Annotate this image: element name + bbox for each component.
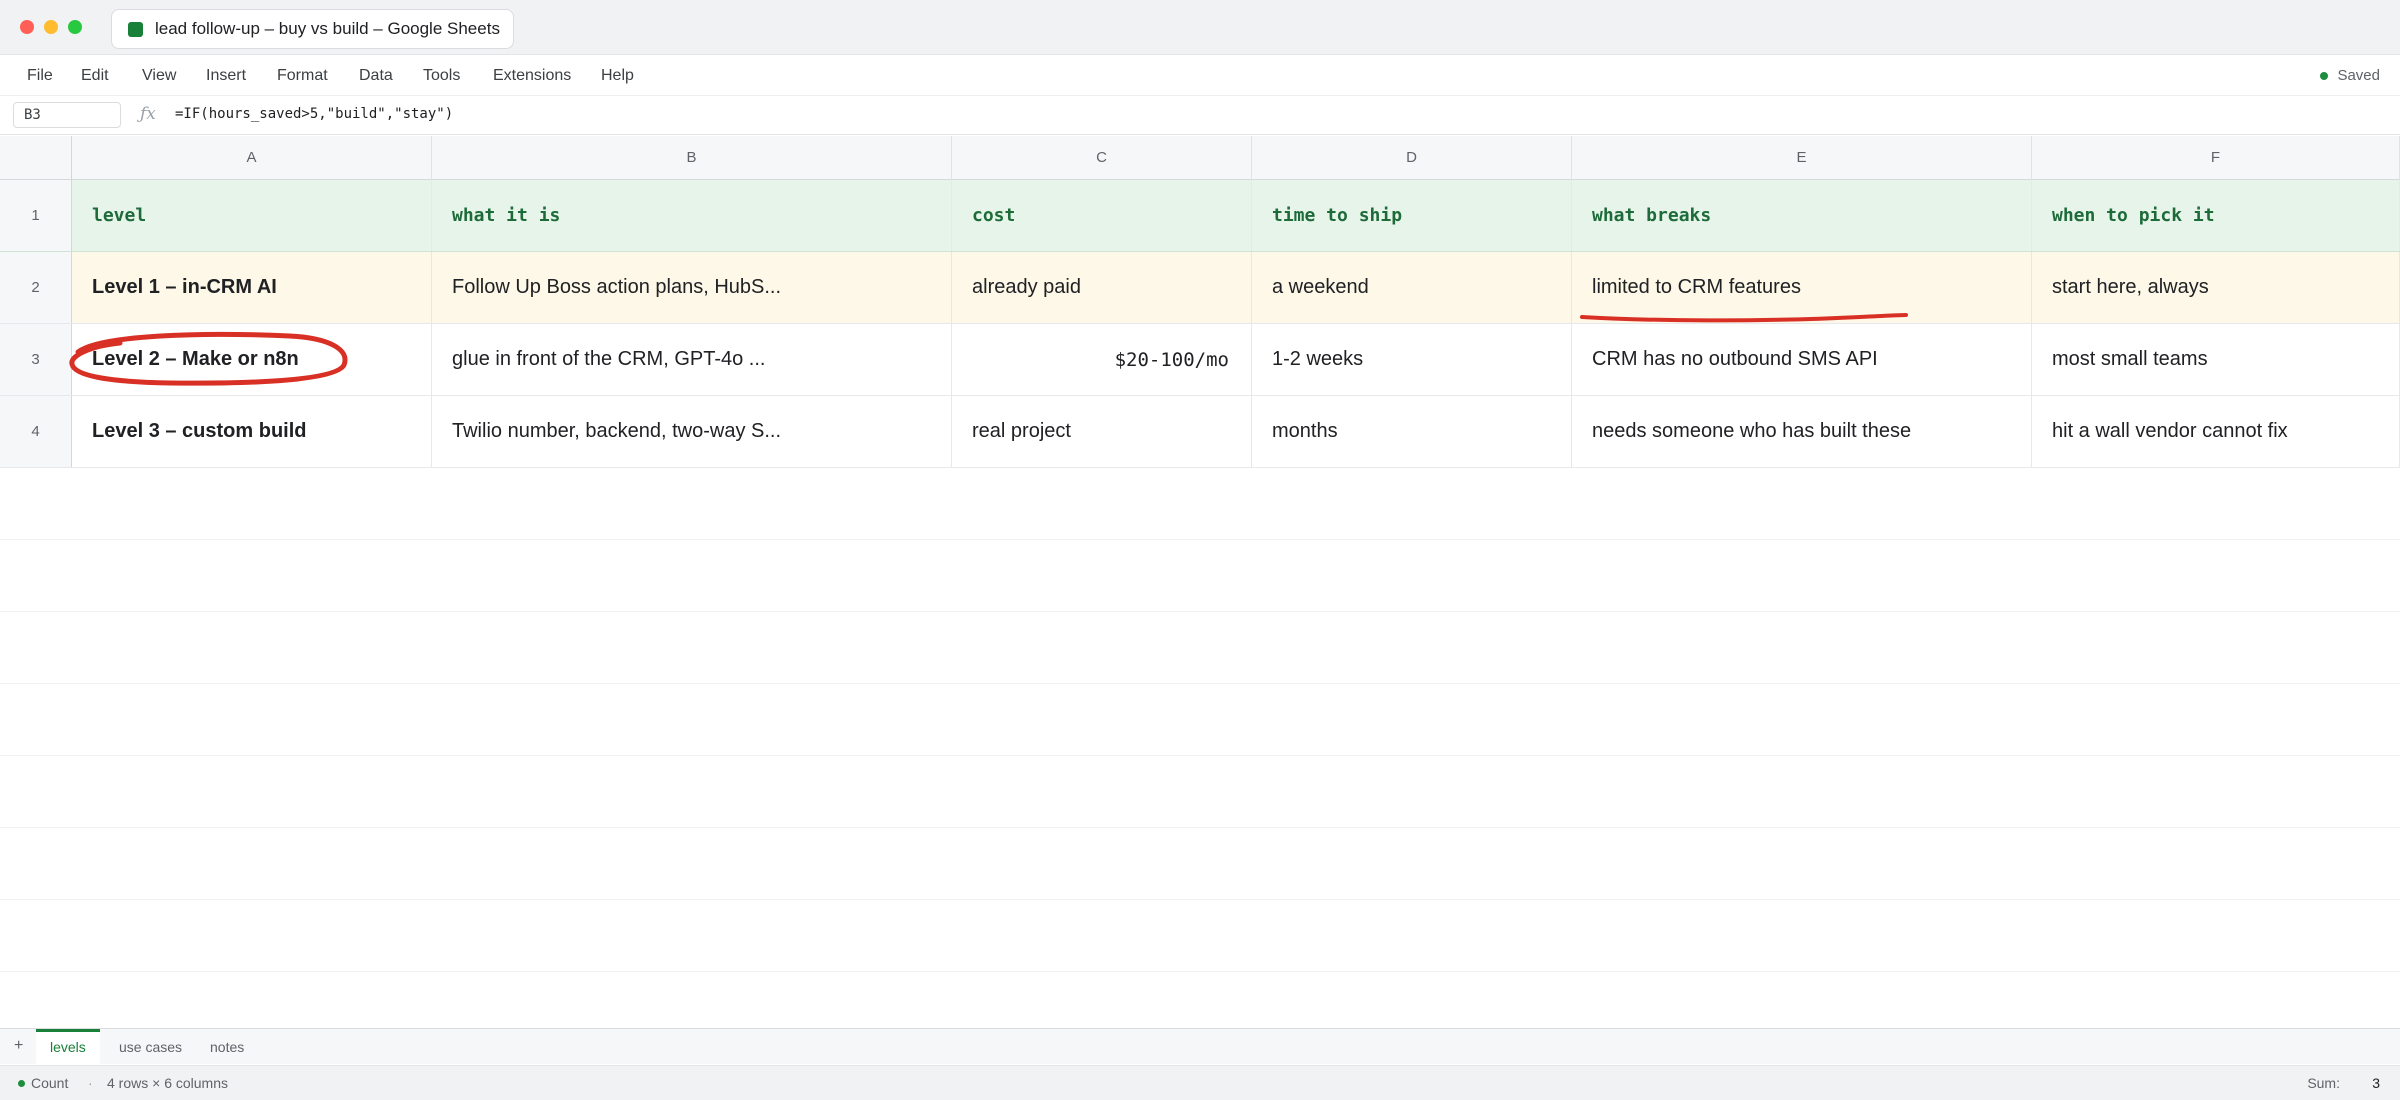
selection-dimensions: 4 rows × 6 columns	[107, 1075, 228, 1091]
cell-d1[interactable]: time to ship	[1252, 180, 1572, 251]
column-header-d[interactable]: D	[1252, 136, 1572, 180]
menu-insert[interactable]: Insert	[206, 67, 246, 85]
add-sheet-button[interactable]: +	[14, 1037, 23, 1055]
cell-a1[interactable]: level	[72, 180, 432, 251]
row-number[interactable]: 3	[0, 324, 72, 395]
menu-extensions[interactable]: Extensions	[493, 67, 571, 85]
status-dot-icon	[18, 1080, 25, 1087]
cell-c1[interactable]: cost	[952, 180, 1252, 251]
empty-row[interactable]	[0, 684, 2400, 756]
maximize-window-button[interactable]	[68, 20, 82, 34]
empty-row[interactable]	[0, 540, 2400, 612]
empty-row[interactable]	[0, 900, 2400, 972]
cell-c4[interactable]: real project	[952, 396, 1252, 467]
tab-title: lead follow-up – buy vs build – Google S…	[155, 19, 500, 38]
sheet-tab-bar: + levels use cases notes	[0, 1028, 2400, 1065]
formula-bar: B3 ƒx =IF(hours_saved>5,"build","stay")	[0, 97, 2400, 135]
cell-f1[interactable]: when to pick it	[2032, 180, 2400, 251]
cell-f3[interactable]: most small teams	[2032, 324, 2400, 395]
fx-icon: ƒx	[140, 104, 156, 124]
column-header-f[interactable]: F	[2032, 136, 2400, 180]
menu-file[interactable]: File	[27, 67, 53, 85]
title-bar: lead follow-up – buy vs build – Google S…	[0, 0, 2400, 55]
save-status-label: Saved	[2337, 67, 2380, 84]
menu-format[interactable]: Format	[277, 67, 328, 85]
cell-d3[interactable]: 1-2 weeks	[1252, 324, 1572, 395]
menu-bar: File Edit View Insert Format Data Tools …	[0, 56, 2400, 96]
table-row: 4 Level 3 – custom build Twilio number, …	[0, 396, 2400, 468]
table-row: 1 level what it is cost time to ship wha…	[0, 180, 2400, 252]
sum-label[interactable]: Sum:	[2307, 1075, 2340, 1091]
cell-d2[interactable]: a weekend	[1252, 252, 1572, 323]
sheet-tab-use-cases[interactable]: use cases	[105, 1029, 196, 1065]
table-row: 2 Level 1 – in-CRM AI Follow Up Boss act…	[0, 252, 2400, 324]
cell-b1[interactable]: what it is	[432, 180, 952, 251]
empty-row[interactable]	[0, 828, 2400, 900]
table-row: 3 Level 2 – Make or n8n glue in front of…	[0, 324, 2400, 396]
cell-a2[interactable]: Level 1 – in-CRM AI	[72, 252, 432, 323]
cell-e1[interactable]: what breaks	[1572, 180, 2032, 251]
row-number[interactable]: 4	[0, 396, 72, 467]
saved-dot-icon	[2320, 71, 2329, 80]
menu-tools[interactable]: Tools	[423, 67, 460, 85]
column-header-e[interactable]: E	[1572, 136, 2032, 180]
cell-d4[interactable]: months	[1252, 396, 1572, 467]
cell-e3[interactable]: CRM has no outbound SMS API	[1572, 324, 2032, 395]
cell-a3[interactable]: Level 2 – Make or n8n	[72, 324, 432, 395]
save-status: Saved	[2320, 67, 2380, 84]
cell-c2[interactable]: already paid	[952, 252, 1252, 323]
name-box[interactable]: B3	[13, 102, 121, 128]
cell-f2[interactable]: start here, always	[2032, 252, 2400, 323]
column-header-c[interactable]: C	[952, 136, 1252, 180]
column-headers: A B C D E F	[0, 136, 2400, 180]
cell-b2[interactable]: Follow Up Boss action plans, HubS...	[432, 252, 952, 323]
menu-help[interactable]: Help	[601, 67, 634, 85]
column-header-a[interactable]: A	[72, 136, 432, 180]
formula-input[interactable]: =IF(hours_saved>5,"build","stay")	[175, 106, 453, 122]
menu-edit[interactable]: Edit	[81, 67, 109, 85]
sheets-icon	[128, 21, 143, 37]
close-window-button[interactable]	[20, 20, 34, 34]
cell-a4[interactable]: Level 3 – custom build	[72, 396, 432, 467]
column-header-b[interactable]: B	[432, 136, 952, 180]
status-separator: ·	[88, 1075, 93, 1091]
empty-row[interactable]	[0, 612, 2400, 684]
cell-b3[interactable]: glue in front of the CRM, GPT-4o ...	[432, 324, 952, 395]
cell-e4[interactable]: needs someone who has built these	[1572, 396, 2032, 467]
cell-f4[interactable]: hit a wall vendor cannot fix	[2032, 396, 2400, 467]
browser-tab[interactable]: lead follow-up – buy vs build – Google S…	[111, 9, 514, 49]
status-bar: Count · 4 rows × 6 columns Sum: 3	[0, 1065, 2400, 1100]
sheet-tab-notes[interactable]: notes	[196, 1029, 258, 1065]
cell-b4[interactable]: Twilio number, backend, two-way S...	[432, 396, 952, 467]
row-number[interactable]: 2	[0, 252, 72, 323]
empty-row[interactable]	[0, 756, 2400, 828]
empty-row[interactable]	[0, 468, 2400, 540]
menu-view[interactable]: View	[142, 67, 176, 85]
menu-data[interactable]: Data	[359, 67, 393, 85]
count-label[interactable]: Count	[31, 1075, 68, 1091]
cell-c3[interactable]: $20-100/mo	[952, 324, 1252, 395]
row-number[interactable]: 1	[0, 180, 72, 251]
minimize-window-button[interactable]	[44, 20, 58, 34]
sheet-tab-levels[interactable]: levels	[36, 1029, 100, 1065]
select-all-corner[interactable]	[0, 136, 72, 180]
cell-e2[interactable]: limited to CRM features	[1572, 252, 2032, 323]
sum-value: 3	[2372, 1075, 2380, 1091]
